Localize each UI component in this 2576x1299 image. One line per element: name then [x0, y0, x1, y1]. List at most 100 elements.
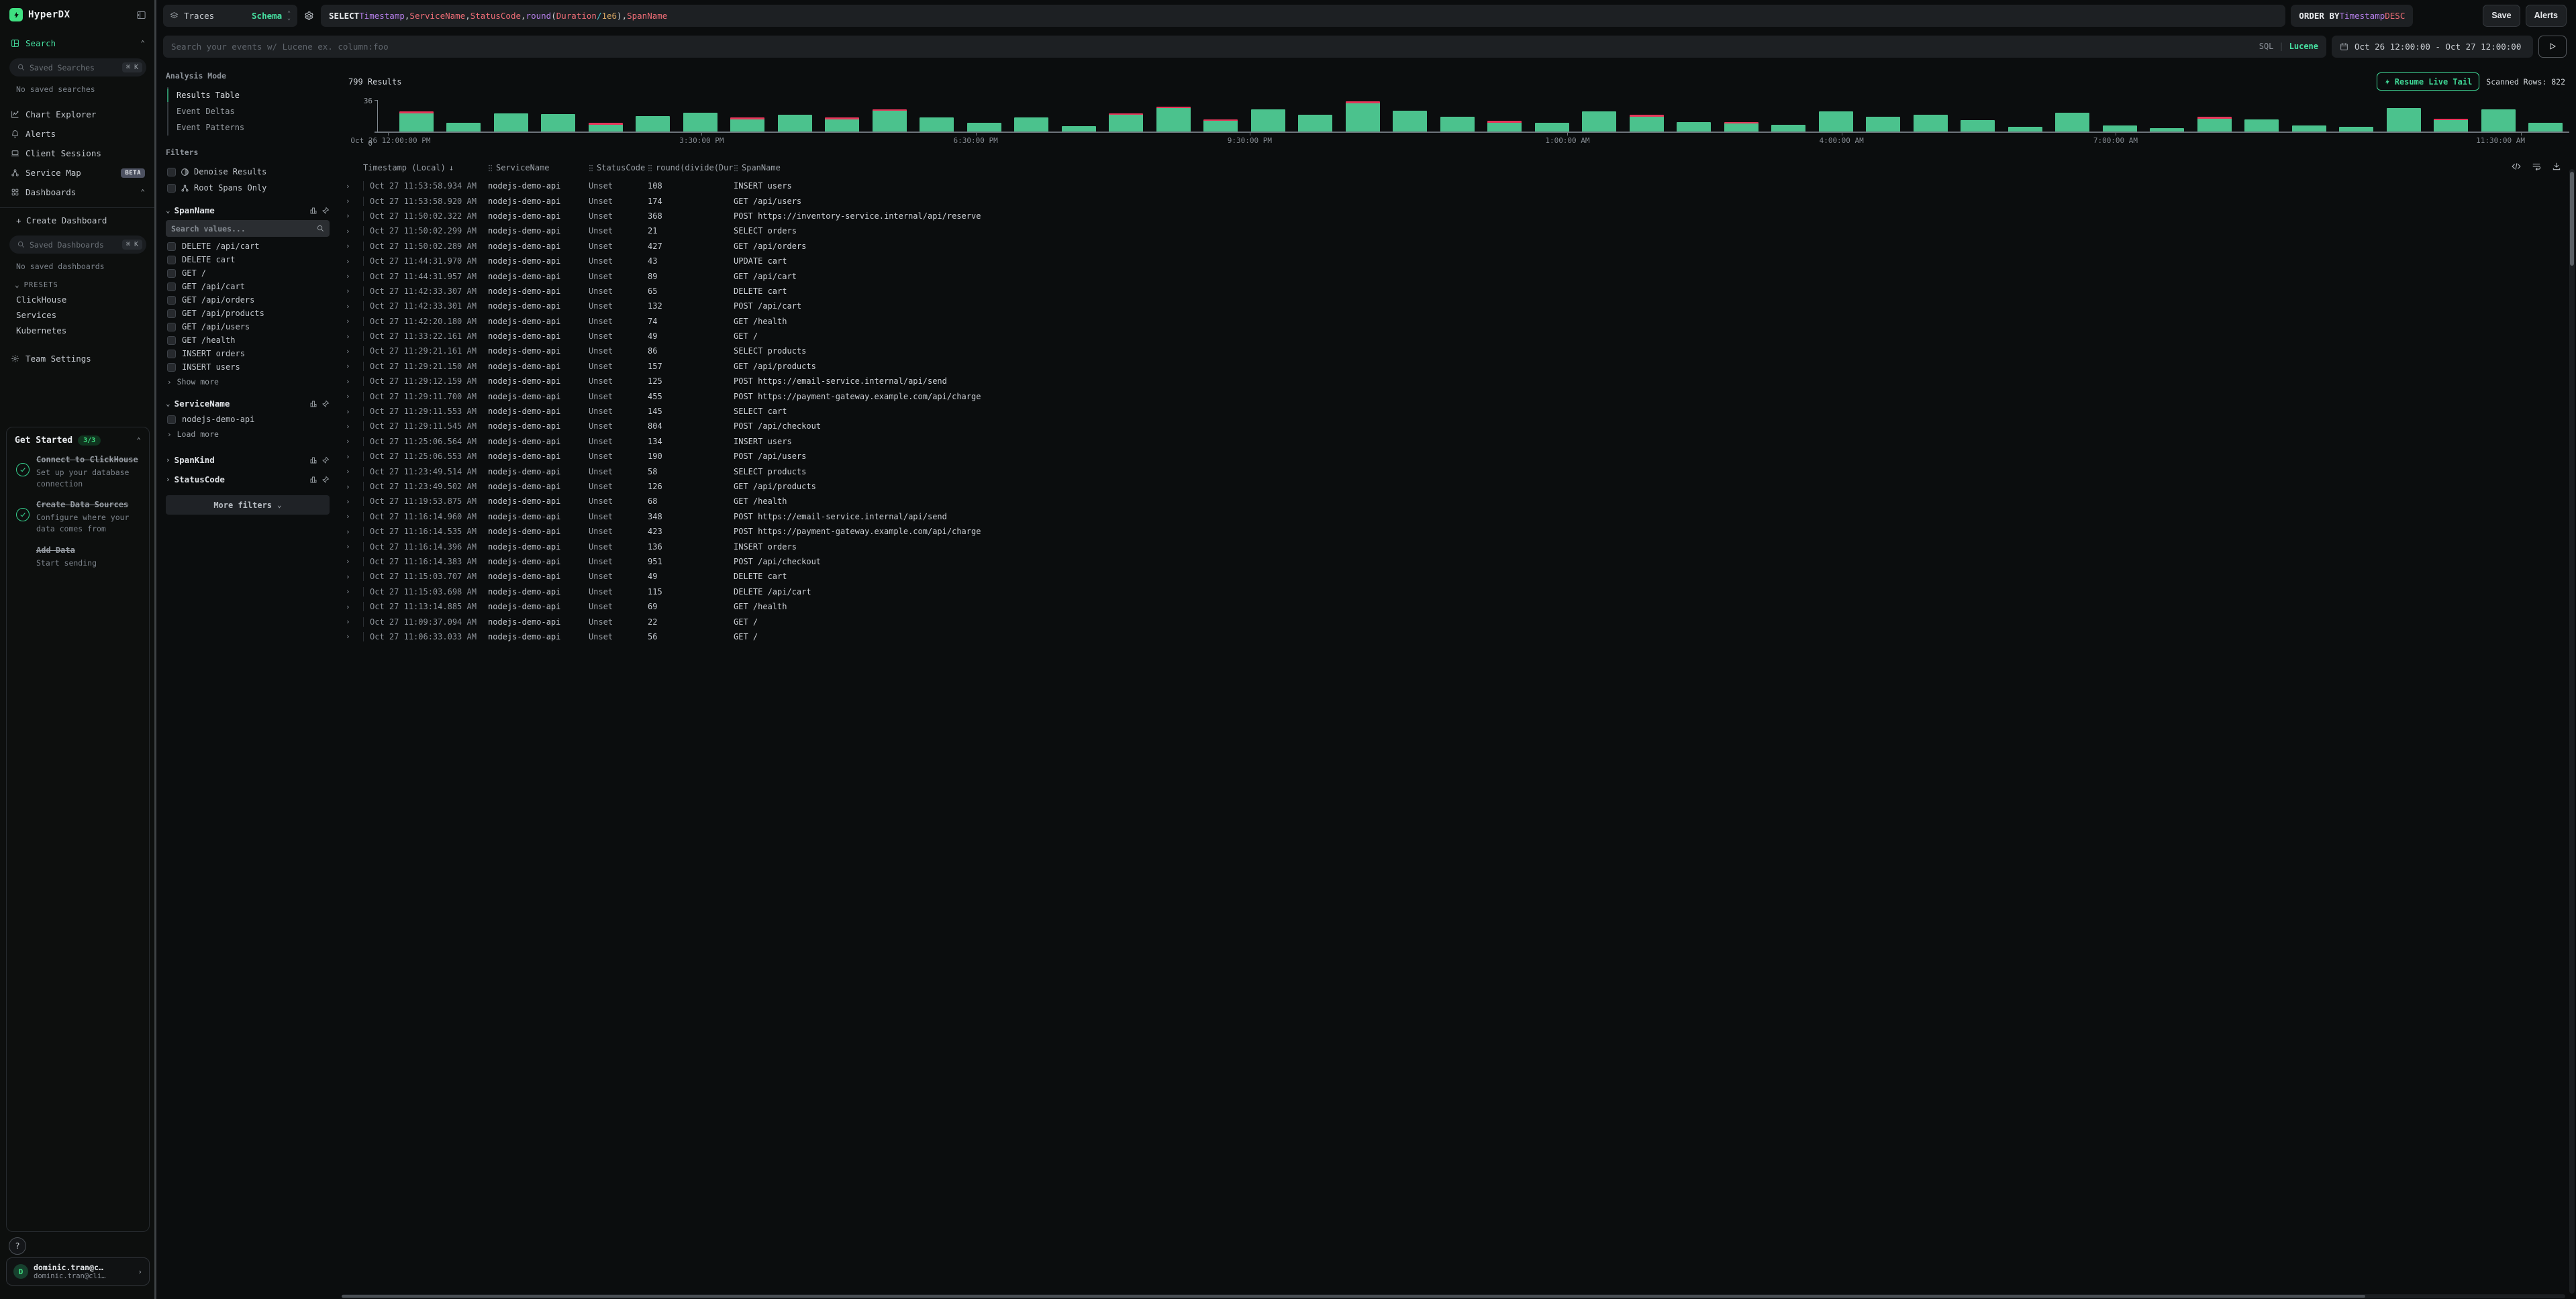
facet-pin-icon[interactable] — [321, 476, 330, 484]
expand-row-icon[interactable]: › — [346, 512, 363, 521]
histogram-bar[interactable] — [2522, 100, 2570, 132]
facet-value-row[interactable]: INSERT orders — [166, 347, 330, 360]
histogram-bar[interactable] — [2144, 100, 2191, 132]
table-row[interactable]: ›Oct 27 11:44:31.970 AMnodejs-demo-apiUn… — [339, 254, 2576, 268]
facet-value-row[interactable]: GET /api/users — [166, 320, 330, 333]
expand-code-icon[interactable] — [2512, 162, 2521, 171]
expand-row-icon[interactable]: › — [346, 197, 363, 205]
presets-toggle[interactable]: ⌄ PRESETS — [0, 275, 156, 292]
table-row[interactable]: ›Oct 27 11:13:14.885 AMnodejs-demo-apiUn… — [339, 599, 2576, 614]
expand-row-icon[interactable]: › — [346, 182, 363, 191]
histogram-bar[interactable] — [1055, 100, 1103, 132]
table-row[interactable]: ›Oct 27 11:29:11.553 AMnodejs-demo-apiUn… — [339, 404, 2576, 419]
checkbox[interactable] — [167, 256, 176, 264]
facet-pin-icon[interactable] — [321, 456, 330, 464]
alerts-button[interactable]: Alerts — [2526, 5, 2567, 27]
download-icon[interactable] — [2552, 162, 2561, 171]
histogram-bar[interactable] — [2001, 100, 2049, 132]
expand-row-icon[interactable]: › — [346, 257, 363, 266]
histogram-bar[interactable] — [1481, 100, 1529, 132]
sidebar-item-chart-explorer[interactable]: Chart Explorer — [0, 105, 156, 124]
histogram-bar[interactable] — [2049, 100, 2097, 132]
facet-value-row[interactable]: INSERT users — [166, 360, 330, 374]
table-row[interactable]: ›Oct 27 11:09:37.094 AMnodejs-demo-apiUn… — [339, 614, 2576, 629]
table-row[interactable]: ›Oct 27 11:15:03.707 AMnodejs-demo-apiUn… — [339, 569, 2576, 584]
histogram-bar[interactable] — [724, 100, 772, 132]
sql-mode-toggle[interactable]: SQL — [2259, 42, 2274, 51]
histogram-bar[interactable] — [1623, 100, 1671, 132]
sidebar-item-dashboards[interactable]: Dashboards ⌃ — [0, 183, 156, 202]
expand-row-icon[interactable]: › — [346, 603, 363, 611]
table-row[interactable]: ›Oct 27 11:29:11.700 AMnodejs-demo-apiUn… — [339, 388, 2576, 403]
expand-row-icon[interactable]: › — [346, 542, 363, 551]
expand-row-icon[interactable]: › — [346, 587, 363, 596]
facet-value-row[interactable]: nodejs-demo-api — [166, 413, 330, 426]
checkbox[interactable] — [167, 415, 176, 424]
histogram-bar[interactable] — [1765, 100, 1813, 132]
expand-row-icon[interactable]: › — [346, 452, 363, 461]
facet-statuscode-header[interactable]: › StatusCode — [166, 474, 330, 484]
expand-row-icon[interactable]: › — [346, 467, 363, 476]
histogram-bar[interactable] — [1718, 100, 1765, 132]
histogram-bar[interactable] — [2096, 100, 2144, 132]
saved-dashboards-input[interactable]: ⌘ K — [9, 236, 146, 254]
lucene-mode-toggle[interactable]: Lucene — [2289, 42, 2318, 51]
histogram-bar[interactable] — [1954, 100, 2002, 132]
preset-services[interactable]: Services — [0, 307, 156, 323]
facet-value-row[interactable]: GET /api/orders — [166, 293, 330, 307]
horizontal-scrollbar[interactable] — [342, 1294, 2565, 1298]
histogram-bar[interactable] — [487, 100, 535, 132]
histogram-bar[interactable] — [2238, 100, 2286, 132]
table-row[interactable]: ›Oct 27 11:42:33.301 AMnodejs-demo-apiUn… — [339, 299, 2576, 313]
table-row[interactable]: ›Oct 27 11:29:21.161 AMnodejs-demo-apiUn… — [339, 344, 2576, 358]
table-row[interactable]: ›Oct 27 11:29:21.150 AMnodejs-demo-apiUn… — [339, 359, 2576, 374]
histogram-bar[interactable] — [819, 100, 866, 132]
expand-row-icon[interactable]: › — [346, 317, 363, 325]
expand-row-icon[interactable]: › — [346, 572, 363, 581]
save-button[interactable]: Save — [2483, 5, 2520, 27]
table-row[interactable]: ›Oct 27 11:15:03.698 AMnodejs-demo-apiUn… — [339, 584, 2576, 599]
facet-value-row[interactable]: GET /api/products — [166, 307, 330, 320]
table-row[interactable]: ›Oct 27 11:42:20.180 AMnodejs-demo-apiUn… — [339, 314, 2576, 329]
expand-row-icon[interactable]: › — [346, 377, 363, 386]
more-filters-button[interactable]: More filters ⌄ — [166, 495, 330, 515]
checkbox[interactable] — [167, 184, 176, 193]
histogram-bar[interactable] — [2191, 100, 2238, 132]
facet-spankind-header[interactable]: › SpanKind — [166, 455, 330, 465]
saved-searches-field[interactable] — [30, 63, 117, 72]
checkbox[interactable] — [167, 242, 176, 251]
denoise-results-toggle[interactable]: Denoise Results — [166, 164, 330, 180]
expand-row-icon[interactable]: › — [346, 557, 363, 566]
table-row[interactable]: ›Oct 27 11:16:14.535 AMnodejs-demo-apiUn… — [339, 524, 2576, 539]
histogram-bar[interactable] — [1103, 100, 1150, 132]
expand-row-icon[interactable]: › — [346, 407, 363, 416]
facet-servicename-header[interactable]: ⌄ ServiceName — [166, 399, 330, 409]
histogram-bar[interactable] — [535, 100, 583, 132]
expand-row-icon[interactable]: › — [346, 287, 363, 295]
date-range-picker[interactable]: Oct 26 12:00:00 - Oct 27 12:00:00 — [2332, 36, 2533, 58]
resume-live-tail-button[interactable]: Resume Live Tail — [2377, 72, 2480, 91]
table-row[interactable]: ›Oct 27 11:53:58.920 AMnodejs-demo-apiUn… — [339, 193, 2576, 208]
sidebar-item-alerts[interactable]: Alerts — [0, 124, 156, 144]
expand-row-icon[interactable]: › — [346, 527, 363, 536]
histogram-bar[interactable] — [2428, 100, 2475, 132]
table-row[interactable]: ›Oct 27 11:19:53.875 AMnodejs-demo-apiUn… — [339, 494, 2576, 509]
histogram-bar[interactable] — [771, 100, 819, 132]
histogram-bar[interactable] — [2333, 100, 2381, 132]
facet-value-search[interactable] — [166, 220, 330, 237]
table-row[interactable]: ›Oct 27 11:29:12.159 AMnodejs-demo-apiUn… — [339, 374, 2576, 388]
help-button[interactable]: ? — [9, 1237, 26, 1255]
histogram-bar[interactable] — [960, 100, 1008, 132]
get-started-step[interactable]: Create Data Sources Configure where your… — [16, 499, 141, 534]
checkbox[interactable] — [167, 323, 176, 331]
histogram-bar[interactable] — [582, 100, 630, 132]
expand-row-icon[interactable]: › — [346, 211, 363, 220]
checkbox[interactable] — [167, 336, 176, 345]
facet-pin-icon[interactable] — [321, 400, 330, 408]
histogram-bar[interactable] — [2285, 100, 2333, 132]
wrap-text-icon[interactable] — [2532, 162, 2541, 171]
checkbox[interactable] — [167, 168, 176, 176]
get-started-header[interactable]: Get Started 3/3 ⌃ — [15, 435, 141, 446]
histogram-bar[interactable] — [2475, 100, 2522, 132]
source-select[interactable]: Traces Schema ⌃⌃ — [163, 5, 297, 27]
